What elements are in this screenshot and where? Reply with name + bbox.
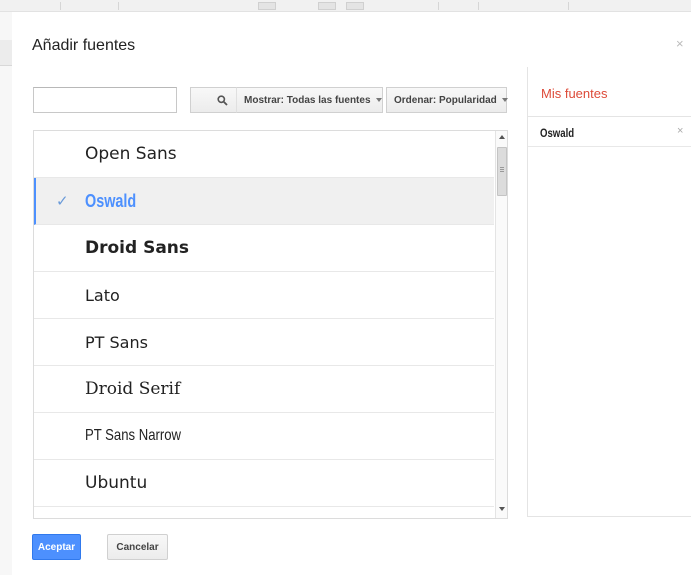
show-filter-label: Mostrar: Todas las fuentes	[244, 94, 371, 106]
font-name: Droid Sans	[85, 238, 190, 258]
my-font-item[interactable]: Oswald ×	[528, 117, 691, 147]
font-list-item[interactable]: Lato	[34, 272, 494, 319]
sort-label: Ordenar: Popularidad	[394, 94, 497, 106]
grip-line	[500, 167, 504, 168]
font-name: Ubuntu	[85, 473, 148, 493]
toolbar-button	[346, 2, 364, 10]
checkmark-icon: ✓	[56, 193, 69, 210]
toolbar-separator	[438, 2, 439, 10]
dialog-title: Añadir fuentes	[32, 37, 136, 54]
font-list-item[interactable]: Droid Sans	[34, 225, 494, 272]
toolbar-separator	[118, 2, 119, 10]
chevron-down-icon	[375, 98, 382, 102]
grip-line	[500, 169, 504, 170]
font-name: Droid Serif	[85, 379, 181, 399]
toolbar-separator	[60, 2, 61, 10]
my-fonts-panel: Mis fuentes Oswald ×	[527, 67, 691, 517]
close-icon[interactable]: ×	[676, 36, 684, 51]
font-name: PT Sans Narrow	[85, 427, 182, 444]
show-filter-dropdown[interactable]: Mostrar: Todas las fuentes	[236, 87, 383, 113]
search-button[interactable]	[190, 87, 236, 113]
font-list: Open Sans ✓ Oswald Droid Sans Lato PT Sa…	[33, 130, 508, 519]
font-list-item-partial[interactable]	[34, 507, 494, 518]
font-list-scrollbar[interactable]	[495, 131, 507, 518]
font-list-item[interactable]: Droid Serif	[34, 366, 494, 413]
my-fonts-title: Mis fuentes	[541, 86, 608, 101]
font-list-item[interactable]: PT Sans Narrow	[34, 413, 494, 460]
accept-button[interactable]: Aceptar	[32, 534, 81, 560]
font-list-item-selected[interactable]: ✓ Oswald	[34, 178, 494, 225]
toolbar-separator	[478, 2, 479, 10]
background-sidebar	[0, 12, 12, 575]
search-icon	[217, 94, 228, 106]
chevron-down-icon	[501, 98, 508, 102]
remove-font-icon[interactable]: ×	[677, 125, 683, 137]
toolbar-button	[318, 2, 336, 10]
font-list-item[interactable]: Ubuntu	[34, 460, 494, 507]
font-name: PT Sans	[85, 332, 148, 352]
font-list-item[interactable]: PT Sans	[34, 319, 494, 366]
sort-dropdown[interactable]: Ordenar: Popularidad	[386, 87, 508, 113]
scroll-up-arrow-icon[interactable]	[499, 135, 505, 139]
background-toolbar	[0, 0, 691, 12]
font-list-item[interactable]: Open Sans	[34, 131, 494, 178]
toolbar-separator	[568, 2, 569, 10]
add-fonts-dialog: Añadir fuentes × Mostrar: Todas las fuen…	[12, 12, 691, 575]
toolbar-button	[258, 2, 276, 10]
font-name: Lato	[85, 285, 120, 305]
scroll-down-arrow-icon[interactable]	[499, 507, 505, 511]
background-row	[0, 40, 12, 66]
font-name: Open Sans	[85, 144, 177, 164]
font-search-input[interactable]	[33, 87, 177, 113]
cancel-button[interactable]: Cancelar	[107, 534, 168, 560]
font-name: Oswald	[85, 190, 137, 211]
scroll-thumb[interactable]	[497, 147, 507, 196]
filter-controls: Mostrar: Todas las fuentes Ordenar: Popu…	[190, 87, 508, 113]
grip-line	[500, 171, 504, 172]
my-font-name: Oswald	[540, 126, 575, 140]
